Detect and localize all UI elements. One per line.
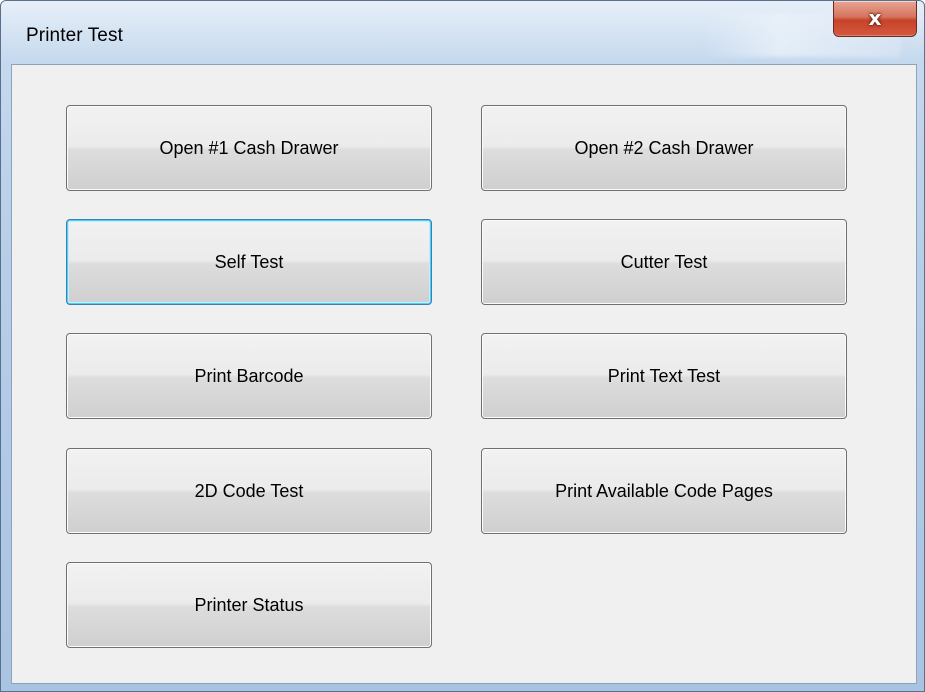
printer-test-window: Printer Test x Open #1 Cash Drawer Open … xyxy=(0,0,925,692)
open-cash-drawer-1-button[interactable]: Open #1 Cash Drawer xyxy=(66,105,432,191)
open-cash-drawer-2-button[interactable]: Open #2 Cash Drawer xyxy=(481,105,847,191)
cutter-test-button[interactable]: Cutter Test xyxy=(481,219,847,305)
print-barcode-button[interactable]: Print Barcode xyxy=(66,333,432,419)
title-bar[interactable]: Printer Test x xyxy=(1,1,924,65)
print-available-code-pages-button[interactable]: Print Available Code Pages xyxy=(481,448,847,534)
printer-status-button[interactable]: Printer Status xyxy=(66,562,432,648)
close-icon: x xyxy=(868,5,882,30)
print-text-test-button[interactable]: Print Text Test xyxy=(481,333,847,419)
close-button[interactable]: x xyxy=(833,1,917,37)
self-test-button[interactable]: Self Test xyxy=(66,219,432,305)
window-title: Printer Test xyxy=(26,25,123,46)
client-area: Open #1 Cash Drawer Open #2 Cash Drawer … xyxy=(11,64,917,684)
2d-code-test-button[interactable]: 2D Code Test xyxy=(66,448,432,534)
